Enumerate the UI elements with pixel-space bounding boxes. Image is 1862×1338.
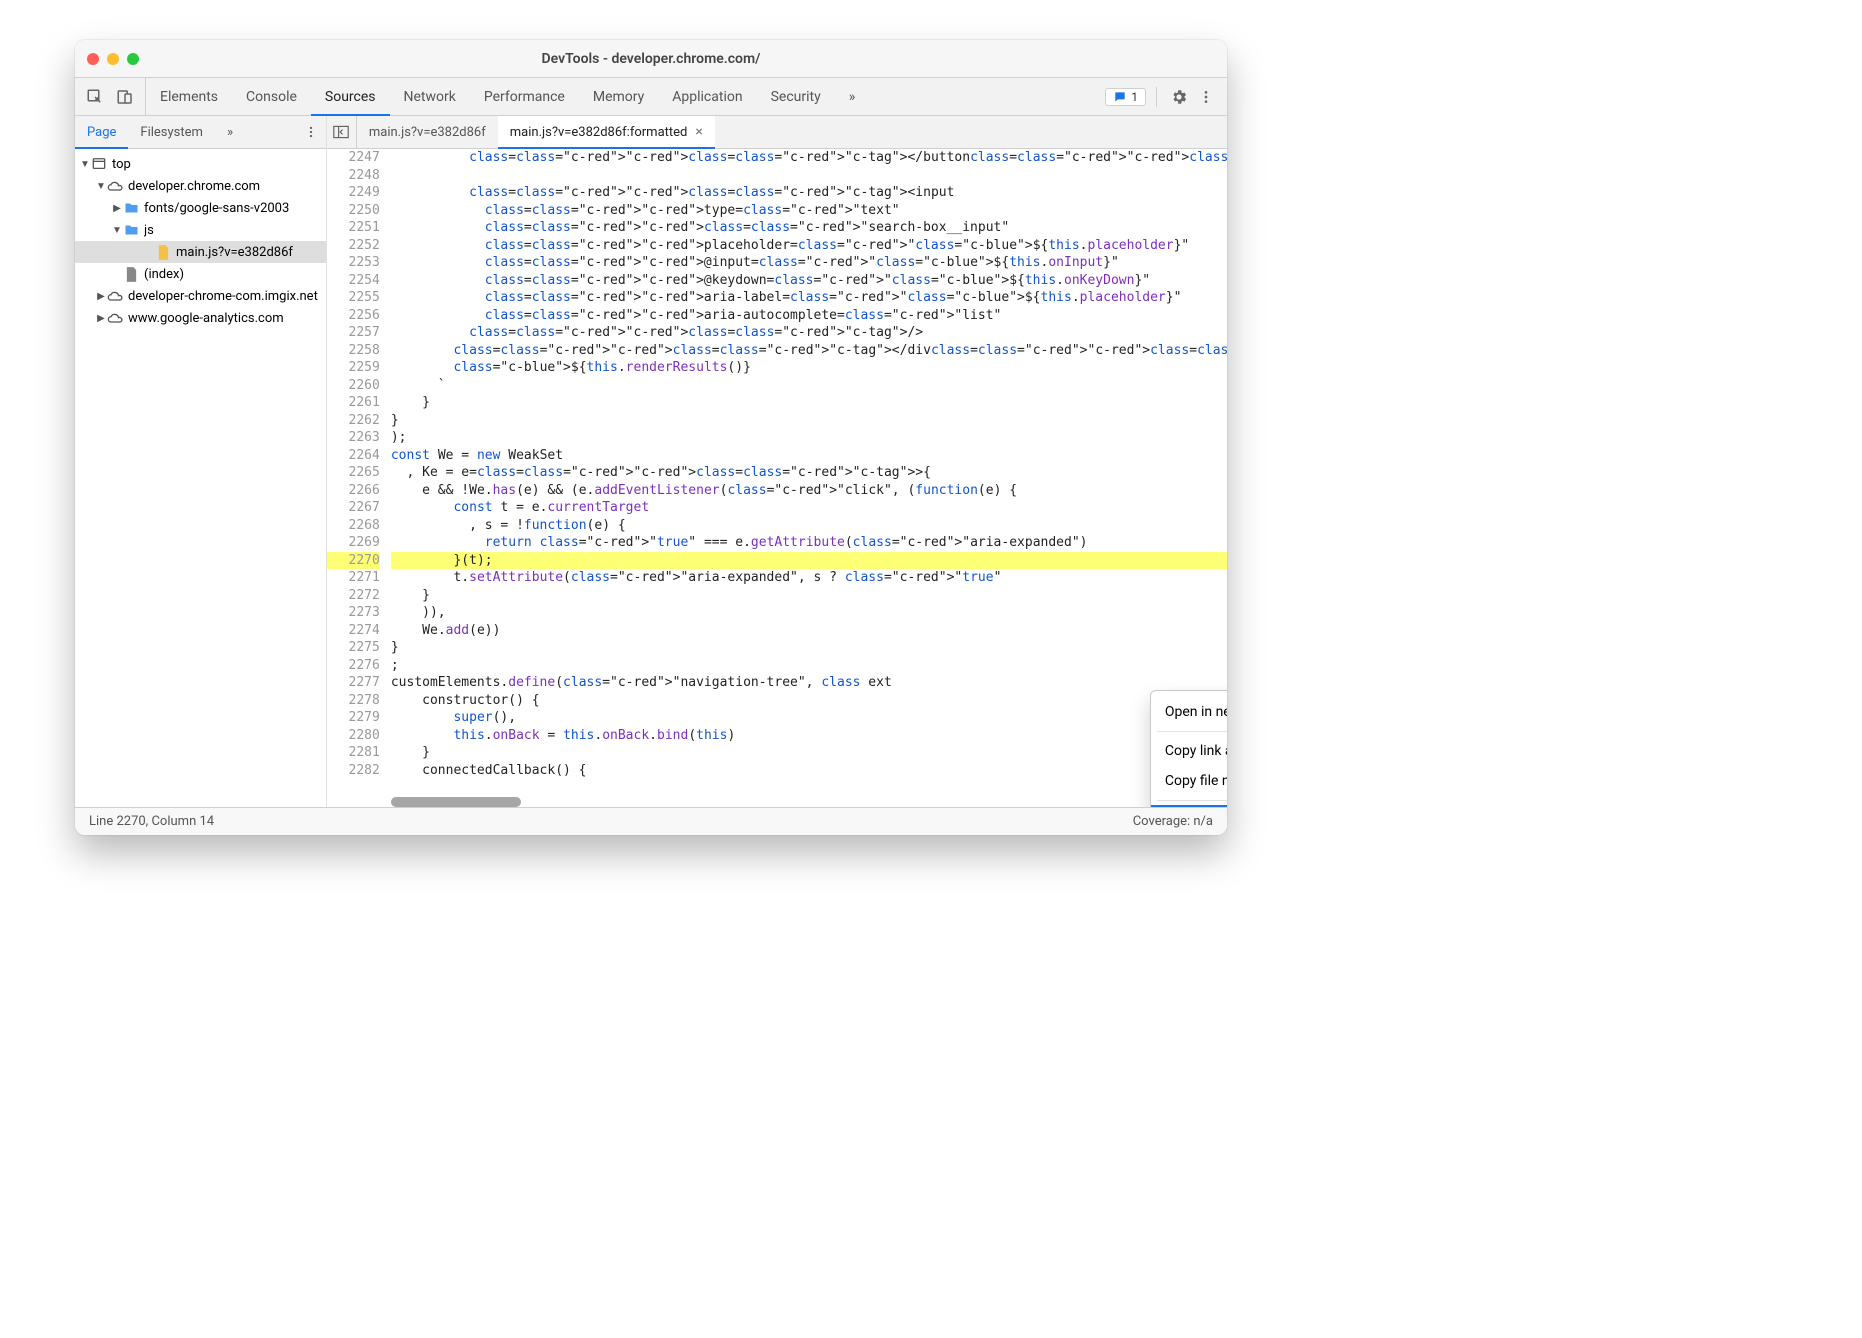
caret-right-icon[interactable]: ▶ <box>95 313 107 324</box>
status-cursor-position: Line 2270, Column 14 <box>89 814 214 829</box>
toggle-navigator-icon[interactable] <box>327 116 357 148</box>
toolbar-left-icons <box>75 78 146 115</box>
cloud-icon <box>107 310 123 326</box>
cloud-icon <box>107 178 123 194</box>
file-tab-label: main.js?v=e382d86f:formatted <box>510 125 688 140</box>
tree-domain-developer[interactable]: ▼ developer.chrome.com <box>75 175 326 197</box>
ctx-copy-filename[interactable]: Copy file name <box>1151 766 1227 796</box>
context-menu: Open in new tab Copy link address Copy f… <box>1150 690 1227 807</box>
navigator-tab-overflow[interactable]: » <box>215 116 245 148</box>
tree-file-mainjs[interactable]: main.js?v=e382d86f <box>75 241 326 263</box>
ctx-add-ignore-list[interactable]: Add script to ignore list <box>1151 805 1227 807</box>
panel-tabs: Elements Console Sources Network Perform… <box>146 78 869 115</box>
document-icon <box>123 266 139 282</box>
tab-security[interactable]: Security <box>757 78 835 115</box>
tree-label: top <box>112 157 131 172</box>
ctx-open-new-tab[interactable]: Open in new tab <box>1151 697 1227 727</box>
tree-label: fonts/google-sans-v2003 <box>144 201 289 216</box>
navigator-tree[interactable]: ▼ top ▼ developer.chrome.com ▶ fonts/goo… <box>75 149 326 807</box>
zoom-window-button[interactable] <box>127 53 139 65</box>
file-tab-mainjs[interactable]: main.js?v=e382d86f <box>357 116 498 148</box>
navigator-sidebar: Page Filesystem » ▼ top ▼ developer.chro… <box>75 116 327 807</box>
navigator-tab-filesystem[interactable]: Filesystem <box>128 116 215 148</box>
panel-body: Page Filesystem » ▼ top ▼ developer.chro… <box>75 116 1227 807</box>
tab-network[interactable]: Network <box>390 78 470 115</box>
file-tab-label: main.js?v=e382d86f <box>369 125 486 140</box>
code-area[interactable]: 2247224822492250225122522253225422552256… <box>327 149 1227 807</box>
tree-folder-js[interactable]: ▼ js <box>75 219 326 241</box>
navigator-tab-page[interactable]: Page <box>75 116 128 148</box>
tree-label: www.google-analytics.com <box>128 311 284 326</box>
caret-right-icon[interactable]: ▶ <box>111 203 123 214</box>
tree-label: developer.chrome.com <box>128 179 260 194</box>
devtools-window: DevTools - developer.chrome.com/ Element… <box>75 40 1227 835</box>
console-message-badge[interactable]: 1 <box>1105 88 1146 106</box>
context-menu-separator <box>1157 731 1227 732</box>
tree-label: js <box>144 223 154 238</box>
source-code[interactable]: class=class="c-red">"c-red">class=class=… <box>391 149 1227 807</box>
tab-console[interactable]: Console <box>232 78 311 115</box>
folder-icon <box>123 222 139 238</box>
tree-file-index[interactable]: (index) <box>75 263 326 285</box>
caret-down-icon[interactable]: ▼ <box>95 181 107 192</box>
tree-domain-ga[interactable]: ▶ www.google-analytics.com <box>75 307 326 329</box>
tree-label: main.js?v=e382d86f <box>176 245 293 260</box>
folder-icon <box>123 200 139 216</box>
inspect-element-icon[interactable] <box>83 85 107 109</box>
window-titlebar: DevTools - developer.chrome.com/ <box>75 40 1227 78</box>
caret-down-icon[interactable]: ▼ <box>79 159 91 170</box>
cloud-icon <box>107 288 123 304</box>
horizontal-scrollbar-thumb[interactable] <box>391 797 521 807</box>
window-frame-icon <box>91 156 107 172</box>
caret-down-icon[interactable]: ▼ <box>111 225 123 236</box>
tab-performance[interactable]: Performance <box>470 78 579 115</box>
status-coverage: Coverage: n/a <box>1133 814 1213 829</box>
tree-domain-imgix[interactable]: ▶ developer-chrome-com.imgix.net <box>75 285 326 307</box>
code-editor-panel: main.js?v=e382d86f main.js?v=e382d86f:fo… <box>327 116 1227 807</box>
context-menu-separator <box>1157 800 1227 801</box>
traffic-lights <box>87 53 139 65</box>
toolbar-right-icons: 1 <box>1095 78 1227 115</box>
js-file-icon <box>155 244 171 260</box>
file-tab-strip: main.js?v=e382d86f main.js?v=e382d86f:fo… <box>327 116 1227 149</box>
minimize-window-button[interactable] <box>107 53 119 65</box>
window-title: DevTools - developer.chrome.com/ <box>139 51 1163 67</box>
close-window-button[interactable] <box>87 53 99 65</box>
ctx-copy-link[interactable]: Copy link address <box>1151 736 1227 766</box>
tree-label: developer-chrome-com.imgix.net <box>128 289 318 304</box>
device-toolbar-icon[interactable] <box>113 85 137 109</box>
tree-folder-fonts[interactable]: ▶ fonts/google-sans-v2003 <box>75 197 326 219</box>
caret-right-icon[interactable]: ▶ <box>95 291 107 302</box>
tab-application[interactable]: Application <box>658 78 756 115</box>
tree-top[interactable]: ▼ top <box>75 153 326 175</box>
navigator-tabs: Page Filesystem » <box>75 116 326 149</box>
tab-overflow[interactable]: » <box>835 78 870 115</box>
tab-elements[interactable]: Elements <box>146 78 232 115</box>
console-message-count: 1 <box>1131 90 1138 104</box>
settings-gear-icon[interactable] <box>1167 85 1191 109</box>
more-menu-icon[interactable] <box>1195 85 1217 109</box>
navigator-more-icon[interactable] <box>301 121 326 143</box>
line-number-gutter[interactable]: 2247224822492250225122522253225422552256… <box>327 149 391 807</box>
close-tab-icon[interactable]: × <box>695 124 702 140</box>
tab-memory[interactable]: Memory <box>579 78 658 115</box>
tab-sources[interactable]: Sources <box>311 78 390 115</box>
main-toolbar: Elements Console Sources Network Perform… <box>75 78 1227 116</box>
file-tab-mainjs-formatted[interactable]: main.js?v=e382d86f:formatted × <box>498 116 715 148</box>
tree-label: (index) <box>144 267 184 282</box>
status-bar: Line 2270, Column 14 Coverage: n/a <box>75 807 1227 835</box>
